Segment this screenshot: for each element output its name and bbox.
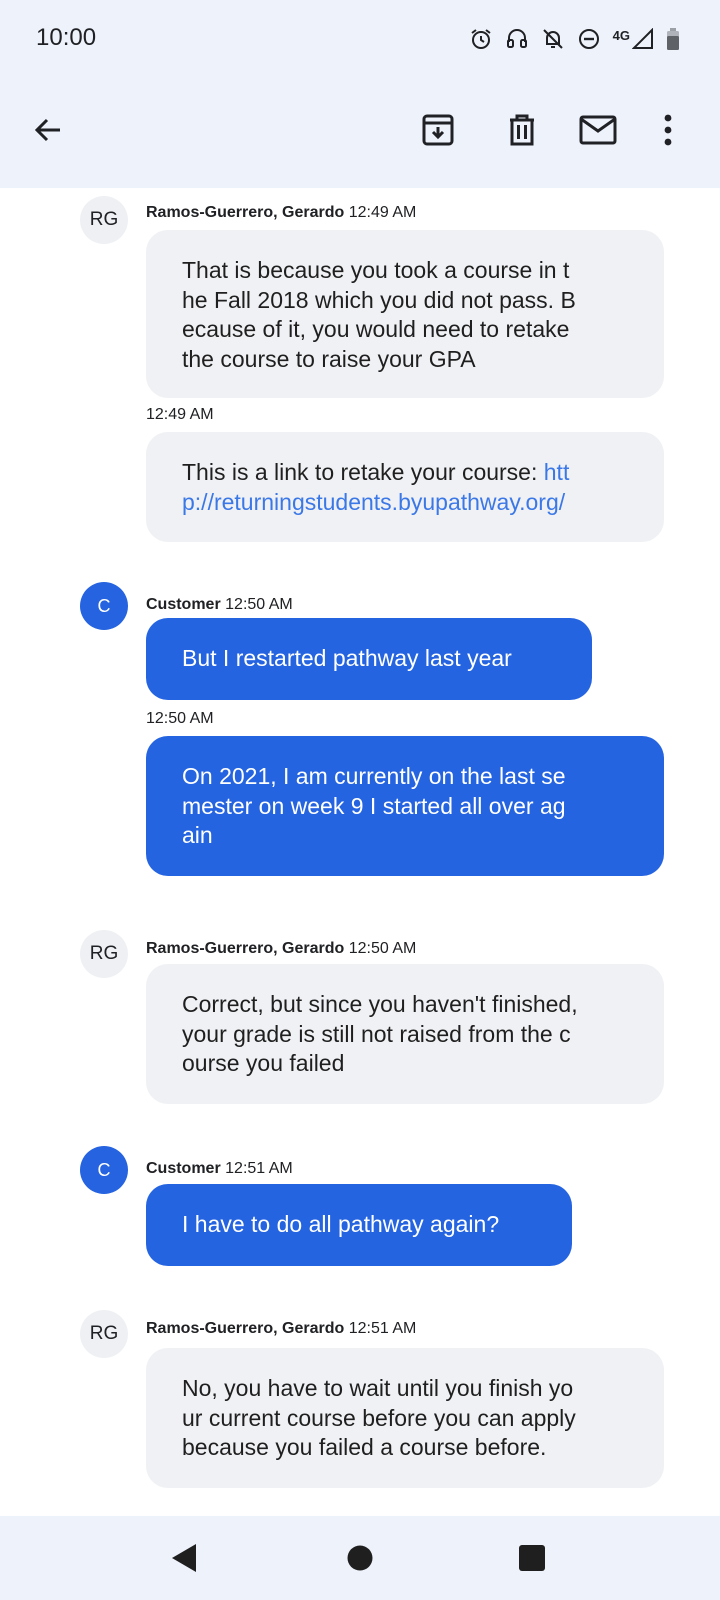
message-bubble[interactable]: But I restarted pathway last year: [146, 618, 592, 700]
message-line: ourse you failed: [182, 1050, 345, 1076]
message-line: ain: [182, 822, 213, 848]
avatar[interactable]: RG: [80, 1310, 128, 1358]
do-not-disturb-icon: [578, 29, 599, 49]
sender-line: Ramos-Guerrero, Gerardo 12:51 AM: [146, 1320, 416, 1338]
message-thread[interactable]: RG Ramos-Guerrero, Gerardo 12:49 AM That…: [0, 188, 720, 1516]
sender-name: Ramos-Guerrero, Gerardo: [146, 204, 345, 221]
message-bubble[interactable]: Correct, but since you haven't finished,…: [146, 964, 664, 1104]
status-bar: 10:00 4G: [0, 0, 720, 80]
link-part[interactable]: htt: [544, 459, 570, 485]
message-time: 12:50 AM: [225, 596, 293, 613]
message-time: 12:51 AM: [348, 1320, 417, 1337]
alarm-icon: [471, 29, 491, 49]
sender-name: Ramos-Guerrero, Gerardo: [146, 940, 345, 957]
signal-icon: [632, 28, 653, 49]
sender-name: Ramos-Guerrero, Gerardo: [146, 1320, 345, 1337]
message-line: ur current course before you can apply: [182, 1404, 576, 1431]
mark-unread-button[interactable]: [574, 106, 622, 154]
delete-icon: [510, 114, 534, 146]
message-text: This is a link to retake your course:: [182, 459, 544, 485]
back-button[interactable]: [24, 106, 72, 154]
app-bar: [0, 80, 720, 188]
message-time: 12:49 AM: [348, 204, 417, 221]
message-bubble[interactable]: This is a link to retake your course: ht…: [146, 432, 664, 542]
sender-line: Customer 12:50 AM: [146, 596, 293, 614]
message-bubble[interactable]: No, you have to wait until you finish yo…: [146, 1348, 664, 1488]
message-line: But I restarted pathway last year: [182, 645, 512, 671]
status-icons: 4G: [469, 24, 680, 54]
message-bubble[interactable]: That is because you took a course in t h…: [146, 230, 664, 398]
delete-button[interactable]: [498, 106, 546, 154]
message-line: No, you have to wait until you finish yo: [182, 1375, 574, 1401]
archive-icon: [422, 114, 454, 146]
message-line: Correct, but since you haven't finished,: [182, 991, 578, 1017]
message-line: That is because you took a course in t: [182, 257, 570, 283]
back-arrow-icon: [34, 118, 60, 142]
screen: 10:00 4G RG Ramos-Guerrero, Gerardo 12:4…: [0, 0, 720, 1600]
message-line: he Fall 2018 which you did not pass. B: [182, 286, 576, 313]
message-line: This is a link to retake your course: ht…: [182, 458, 628, 488]
archive-button[interactable]: [414, 106, 462, 154]
message-time: 12:50 AM: [348, 940, 417, 957]
more-options-button[interactable]: [644, 106, 692, 154]
battery-icon: [667, 28, 679, 50]
system-nav-bar: [0, 1516, 720, 1600]
avatar[interactable]: C: [80, 582, 128, 630]
retake-course-link[interactable]: p://returningstudents.byupathway.org/: [182, 488, 628, 518]
sender-name: Customer: [146, 1160, 221, 1177]
more-vert-icon: [664, 114, 672, 146]
message-line: the course to raise your GPA: [182, 345, 476, 372]
nav-recents-icon[interactable]: [518, 1544, 546, 1572]
message-line: ecause of it, you would need to retake: [182, 316, 570, 342]
message-time: 12:51 AM: [225, 1160, 293, 1177]
sender-line: Customer 12:51 AM: [146, 1160, 293, 1178]
status-time: 10:00: [36, 24, 97, 51]
message-line: your grade is still not raised from the …: [182, 1020, 571, 1047]
message-bubble[interactable]: On 2021, I am currently on the last se m…: [146, 736, 664, 876]
avatar[interactable]: RG: [80, 930, 128, 978]
message-time: 12:49 AM: [146, 406, 214, 423]
message-time: 12:50 AM: [146, 710, 214, 727]
message-bubble[interactable]: I have to do all pathway again?: [146, 1184, 572, 1266]
sender-name: Customer: [146, 596, 221, 613]
message-line: because you failed a course before.: [182, 1434, 547, 1460]
message-line: On 2021, I am currently on the last se: [182, 763, 566, 789]
avatar[interactable]: RG: [80, 196, 128, 244]
sender-line: Ramos-Guerrero, Gerardo 12:50 AM: [146, 940, 416, 958]
message-line: mester on week 9 I started all over ag: [182, 792, 566, 819]
sender-line: Ramos-Guerrero, Gerardo 12:49 AM: [146, 204, 416, 222]
avatar[interactable]: C: [80, 1146, 128, 1194]
message-line: I have to do all pathway again?: [182, 1211, 500, 1237]
headset-icon: [506, 29, 527, 48]
notifications-off-icon: [542, 29, 563, 49]
nav-back-icon[interactable]: [170, 1542, 198, 1574]
network-label: 4G: [612, 27, 630, 43]
mark-unread-icon: [579, 115, 617, 145]
nav-home-icon[interactable]: [346, 1544, 374, 1572]
